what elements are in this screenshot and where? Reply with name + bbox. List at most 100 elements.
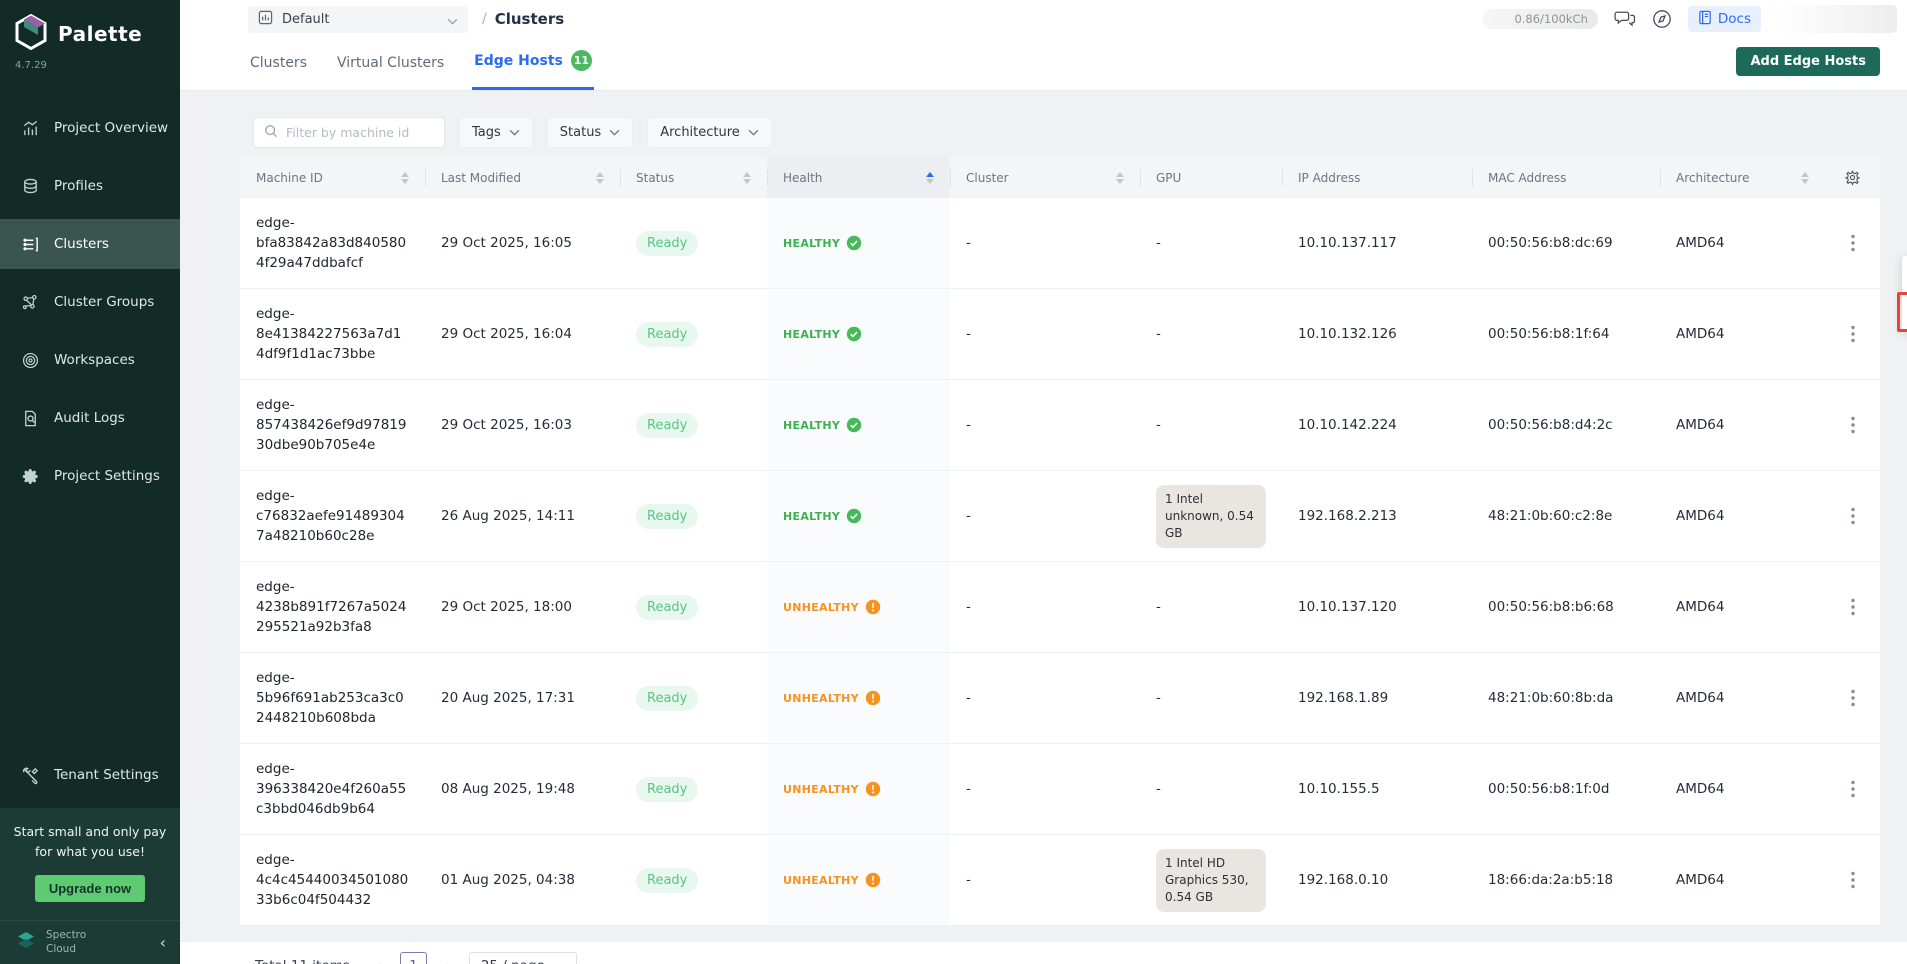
health-label: HEALTHY: [783, 328, 840, 341]
sort-asc-icon: [1116, 172, 1124, 177]
gpu-cell: -: [1140, 562, 1282, 652]
context-menu-item-delete[interactable]: Delete: [1902, 293, 1907, 328]
filter-architecture-dropdown[interactable]: Architecture: [647, 117, 772, 148]
page-size-select[interactable]: 25 / page: [469, 952, 577, 964]
machine-id-value: edge-396338420e4f260a55c3bbd046db9b64: [256, 759, 409, 819]
feedback-chat-icon[interactable]: [1614, 10, 1636, 28]
sidebar-item-project-settings[interactable]: Project Settings: [0, 451, 180, 501]
sort-control[interactable]: [1116, 172, 1124, 184]
health-cell: UNHEALTHY: [767, 653, 950, 743]
search-icon: [264, 123, 278, 142]
sidebar-item-clusters[interactable]: Clusters: [0, 219, 180, 269]
usage-quota-badge: 0.86/100kCh: [1482, 9, 1598, 29]
pagination-page-1[interactable]: 1: [400, 952, 427, 964]
project-selector-dropdown[interactable]: Default: [248, 6, 468, 33]
cluster-cell: -: [950, 289, 1140, 379]
docs-link[interactable]: Docs: [1688, 6, 1761, 32]
mac-address-cell: 00:50:56:b8:1f:64: [1472, 289, 1660, 379]
sort-asc-icon: [401, 172, 409, 177]
sidebar-item-cluster-groups[interactable]: Cluster Groups: [0, 277, 180, 327]
row-actions-kebab-icon[interactable]: [1825, 416, 1880, 434]
column-header-label: Architecture: [1676, 171, 1749, 185]
palette-app: Palette 4.7.29 Project OverviewProfilesC…: [0, 0, 1907, 964]
mac-address-cell: 00:50:56:b8:1f:0d: [1472, 744, 1660, 834]
row-actions-kebab-icon[interactable]: [1825, 325, 1880, 343]
sort-control[interactable]: [596, 172, 604, 184]
brand: Palette: [0, 0, 180, 56]
sidebar-bottom: Tenant Settings Start small and only pay…: [0, 750, 180, 964]
row-actions-kebab-icon[interactable]: [1825, 689, 1880, 707]
context-menu-item-edit[interactable]: Edit: [1902, 258, 1907, 293]
sort-control[interactable]: [1801, 172, 1809, 184]
status-cell: Ready: [620, 198, 767, 288]
machine-id-search[interactable]: [253, 117, 445, 148]
sort-desc-icon: [596, 179, 604, 184]
pagination-prev-icon[interactable]: ‹: [372, 957, 386, 964]
search-input[interactable]: [286, 125, 434, 140]
sidebar-collapse-icon[interactable]: ‹: [160, 933, 166, 952]
sidebar-item-profiles[interactable]: Profiles: [0, 161, 180, 211]
status-cell: Ready: [620, 835, 767, 925]
pagination-total: Total 11 items: [255, 958, 350, 964]
ip-address-cell: 192.168.1.89: [1282, 653, 1472, 743]
sidebar-item-audit-logs[interactable]: Audit Logs: [0, 393, 180, 443]
actions-cell: [1825, 835, 1880, 925]
sort-control[interactable]: [926, 172, 934, 184]
architecture-cell: AMD64: [1660, 380, 1825, 470]
actions-cell: [1825, 653, 1880, 743]
status-cell: Ready: [620, 562, 767, 652]
breadcrumb: / Clusters: [482, 10, 564, 28]
machine-id-cell: edge-4c4c4544003450108033b6c04f504432: [240, 835, 425, 925]
filter-dropdowns: Tags Status Architecture: [459, 117, 772, 148]
cluster-groups-icon: [20, 292, 40, 312]
sidebar-item-workspaces[interactable]: Workspaces: [0, 335, 180, 385]
column-header-ip-address: IP Address: [1282, 157, 1472, 198]
support-compass-icon[interactable]: [1652, 9, 1672, 29]
row-actions-kebab-icon[interactable]: [1825, 871, 1880, 889]
health-badge: HEALTHY: [783, 326, 862, 342]
warning-circle-icon: [865, 599, 881, 615]
column-header-label: Status: [636, 171, 674, 185]
column-settings-gear-icon[interactable]: [1825, 157, 1880, 198]
tab-virtual-clusters[interactable]: Virtual Clusters: [335, 55, 446, 90]
row-actions-kebab-icon[interactable]: [1825, 234, 1880, 252]
sidebar-item-project-overview[interactable]: Project Overview: [0, 103, 180, 153]
health-cell: UNHEALTHY: [767, 562, 950, 652]
workspaces-icon: [20, 350, 40, 370]
sidebar-item-tenant-settings[interactable]: Tenant Settings: [0, 750, 180, 800]
sort-control[interactable]: [743, 172, 751, 184]
cluster-cell: -: [950, 835, 1140, 925]
machine-id-value: edge-4c4c4544003450108033b6c04f504432: [256, 850, 409, 910]
sort-control[interactable]: [401, 172, 409, 184]
machine-id-value: edge-bfa83842a83d8405804f29a47ddbafcf: [256, 213, 409, 273]
sort-desc-icon: [1801, 179, 1809, 184]
row-actions-kebab-icon[interactable]: [1825, 598, 1880, 616]
ip-address-cell: 10.10.137.120: [1282, 562, 1472, 652]
column-header-label: Health: [783, 171, 822, 185]
machine-id-cell: edge-5b96f691ab253ca3c02448210b608bda: [240, 653, 425, 743]
column-header-label: Cluster: [966, 171, 1009, 185]
gpu-cell: -: [1140, 198, 1282, 288]
pagination-next-icon[interactable]: ›: [441, 957, 455, 964]
status-cell: Ready: [620, 653, 767, 743]
health-label: UNHEALTHY: [783, 601, 859, 614]
tab-clusters[interactable]: Clusters: [248, 55, 309, 90]
add-edge-hosts-button[interactable]: Add Edge Hosts: [1736, 47, 1880, 76]
chevron-down-icon: [609, 125, 620, 140]
last-modified-cell: 20 Aug 2025, 17:31: [425, 653, 620, 743]
filter-tags-dropdown[interactable]: Tags: [459, 117, 533, 148]
status-badge: Ready: [636, 231, 698, 256]
table-row: edge-bfa83842a83d8405804f29a47ddbafcf29 …: [240, 198, 1880, 289]
user-menu-blurred[interactable]: [1777, 5, 1897, 33]
sidebar-item-label: Profiles: [54, 178, 103, 194]
ip-address-cell: 10.10.155.5: [1282, 744, 1472, 834]
upgrade-now-button[interactable]: Upgrade now: [35, 875, 145, 902]
filter-row: Tags Status Architecture: [253, 117, 1907, 148]
row-actions-kebab-icon[interactable]: [1825, 780, 1880, 798]
tab-edge-hosts[interactable]: Edge Hosts11: [472, 50, 594, 90]
brand-name: Palette: [58, 22, 142, 46]
warning-circle-icon: [865, 872, 881, 888]
filter-status-dropdown[interactable]: Status: [547, 117, 633, 148]
page-title: Clusters: [495, 10, 564, 28]
row-actions-kebab-icon[interactable]: [1825, 507, 1880, 525]
